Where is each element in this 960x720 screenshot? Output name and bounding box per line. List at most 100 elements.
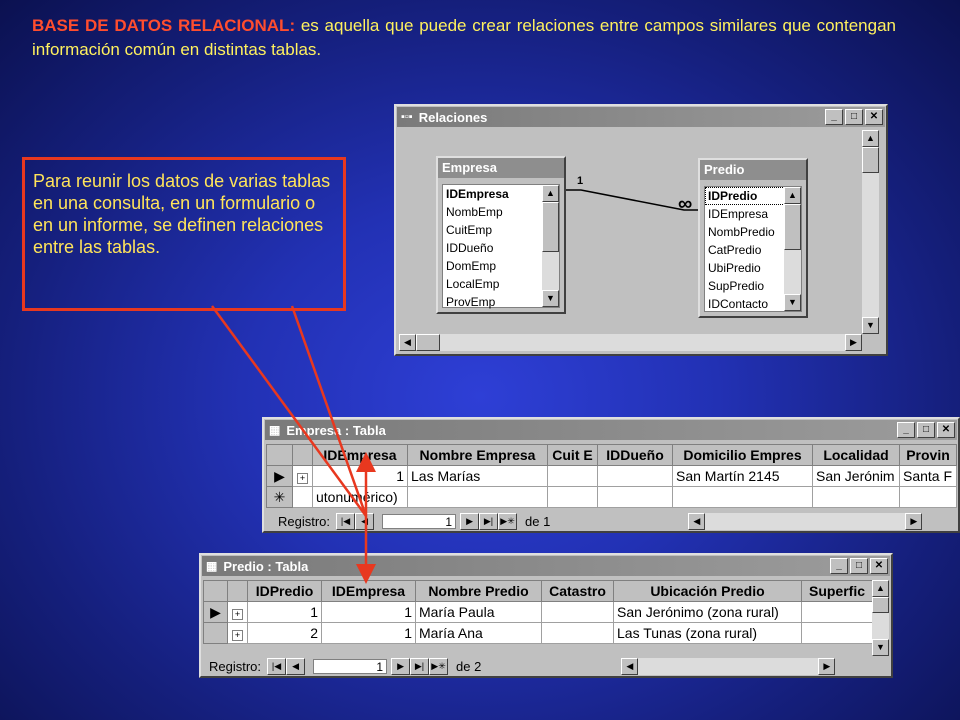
record-number-input[interactable]: 1 [313,658,388,674]
row-selector-header[interactable] [203,580,228,602]
row-selector-header[interactable] [266,444,293,466]
current-record-arrow-icon[interactable]: ▶ [203,601,228,623]
close-button[interactable]: ✕ [937,422,955,438]
field-list-title[interactable]: Predio [700,160,806,180]
column-header[interactable]: Ubicación Predio [613,580,802,602]
scroll-down-arrow[interactable]: ▼ [862,317,879,334]
table-cell[interactable] [899,486,957,508]
table-cell[interactable] [597,486,673,508]
expand-plus-icon[interactable]: + [227,601,248,623]
scroll-left-arrow[interactable]: ◀ [688,512,706,530]
table-cell[interactable] [541,601,614,623]
scroll-down-arrow[interactable]: ▼ [542,290,559,307]
table-cell[interactable]: Las Marías [407,465,548,487]
table-cell[interactable] [801,601,873,623]
table-cell[interactable]: María Ana [415,622,542,644]
column-header[interactable]: Superfic [801,580,873,602]
expand-plus-icon[interactable]: + [227,622,248,644]
table-cell[interactable]: 1 [321,601,416,623]
minimize-button[interactable]: _ [897,422,915,438]
next-record-button[interactable]: ▶ [391,657,411,675]
table-cell[interactable]: San Jerónim [812,465,900,487]
column-header[interactable]: Catastro [541,580,614,602]
table-cell[interactable] [812,486,900,508]
predio-table-titlebar[interactable]: ▦ Predio : Tabla _ □ ✕ [202,556,890,576]
column-header[interactable]: Localidad [812,444,900,466]
scroll-right-arrow[interactable]: ▶ [905,512,923,530]
scroll-thumb[interactable] [542,202,559,252]
table-cell[interactable]: María Paula [415,601,542,623]
scroll-down-arrow[interactable]: ▼ [784,294,801,311]
table-cell[interactable]: Santa F [899,465,957,487]
table-cell[interactable]: San Martín 2145 [672,465,813,487]
field-list-scrollbar[interactable]: ▲ ▼ [784,187,801,311]
table-cell[interactable]: 1 [312,465,408,487]
scroll-thumb[interactable] [416,334,440,351]
last-record-button[interactable]: ▶| [479,512,499,530]
close-button[interactable]: ✕ [870,558,888,574]
table-cell[interactable]: Las Tunas (zona rural) [613,622,802,644]
column-header[interactable]: IDEmpresa [312,444,408,466]
scroll-left-arrow[interactable]: ◀ [621,657,639,675]
maximize-button[interactable]: □ [850,558,868,574]
column-header[interactable]: Nombre Empresa [407,444,548,466]
horizontal-scrollbar[interactable]: ◀ ▶ [621,657,836,675]
column-header[interactable]: IDPredio [247,580,322,602]
field-list-scrollbar[interactable]: ▲ ▼ [542,185,559,307]
column-header[interactable]: IDDueño [597,444,673,466]
new-record-button[interactable]: ▶✳ [498,512,518,530]
column-header[interactable]: Provin [899,444,957,466]
table-cell[interactable] [801,622,873,644]
empresa-field-list[interactable]: Empresa IDEmpresa NombEmp CuitEmp IDDueñ… [436,156,566,314]
new-record-asterisk-icon[interactable]: ✳ [266,486,293,508]
empresa-table-titlebar[interactable]: ▦ Empresa : Tabla _ □ ✕ [265,420,957,440]
first-record-button[interactable]: |◀ [336,512,356,530]
predio-field-list[interactable]: Predio IDPredio IDEmpresa NombPredio Cat… [698,158,808,318]
current-record-arrow-icon[interactable]: ▶ [266,465,293,487]
column-header[interactable]: Nombre Predio [415,580,542,602]
scroll-up-arrow[interactable]: ▲ [784,187,801,204]
scroll-thumb[interactable] [872,597,889,613]
field-list-title[interactable]: Empresa [438,158,564,178]
row-selector[interactable] [203,622,228,644]
scroll-up-arrow[interactable]: ▲ [542,185,559,202]
window-vertical-scrollbar[interactable]: ▲ ▼ [862,130,879,334]
scroll-right-arrow[interactable]: ▶ [845,334,862,351]
scroll-thumb[interactable] [784,204,801,250]
window-horizontal-scrollbar[interactable]: ◀ ▶ [399,334,862,351]
record-number-input[interactable]: 1 [382,513,457,529]
previous-record-button[interactable]: ◀ [286,657,306,675]
last-record-button[interactable]: ▶| [410,657,430,675]
expand-plus-icon[interactable]: + [292,465,313,487]
previous-record-button[interactable]: ◀ [355,512,375,530]
scroll-thumb[interactable] [862,147,879,173]
minimize-button[interactable]: _ [825,109,843,125]
table-cell[interactable] [547,465,598,487]
table-cell[interactable]: San Jerónimo (zona rural) [613,601,802,623]
close-button[interactable]: ✕ [865,109,883,125]
scroll-up-arrow[interactable]: ▲ [872,580,889,597]
vertical-scrollbar[interactable]: ▲ ▼ [872,580,889,656]
maximize-button[interactable]: □ [917,422,935,438]
table-cell[interactable]: 1 [247,601,322,623]
first-record-button[interactable]: |◀ [267,657,287,675]
table-cell[interactable] [407,486,548,508]
table-cell[interactable] [541,622,614,644]
scroll-left-arrow[interactable]: ◀ [399,334,416,351]
horizontal-scrollbar[interactable]: ◀ ▶ [688,512,923,530]
column-header[interactable]: IDEmpresa [321,580,416,602]
column-header[interactable]: Cuit E [547,444,598,466]
scroll-right-arrow[interactable]: ▶ [818,657,836,675]
table-cell[interactable] [597,465,673,487]
table-cell[interactable] [547,486,598,508]
new-record-button[interactable]: ▶✳ [429,657,449,675]
relaciones-titlebar[interactable]: ▪▫▪ Relaciones _ □ ✕ [397,107,885,127]
table-cell[interactable]: utonumérico) [312,486,408,508]
table-cell[interactable]: 2 [247,622,322,644]
next-record-button[interactable]: ▶ [460,512,480,530]
table-cell[interactable] [672,486,813,508]
scroll-up-arrow[interactable]: ▲ [862,130,879,147]
column-header[interactable]: Domicilio Empres [672,444,813,466]
maximize-button[interactable]: □ [845,109,863,125]
table-cell[interactable]: 1 [321,622,416,644]
